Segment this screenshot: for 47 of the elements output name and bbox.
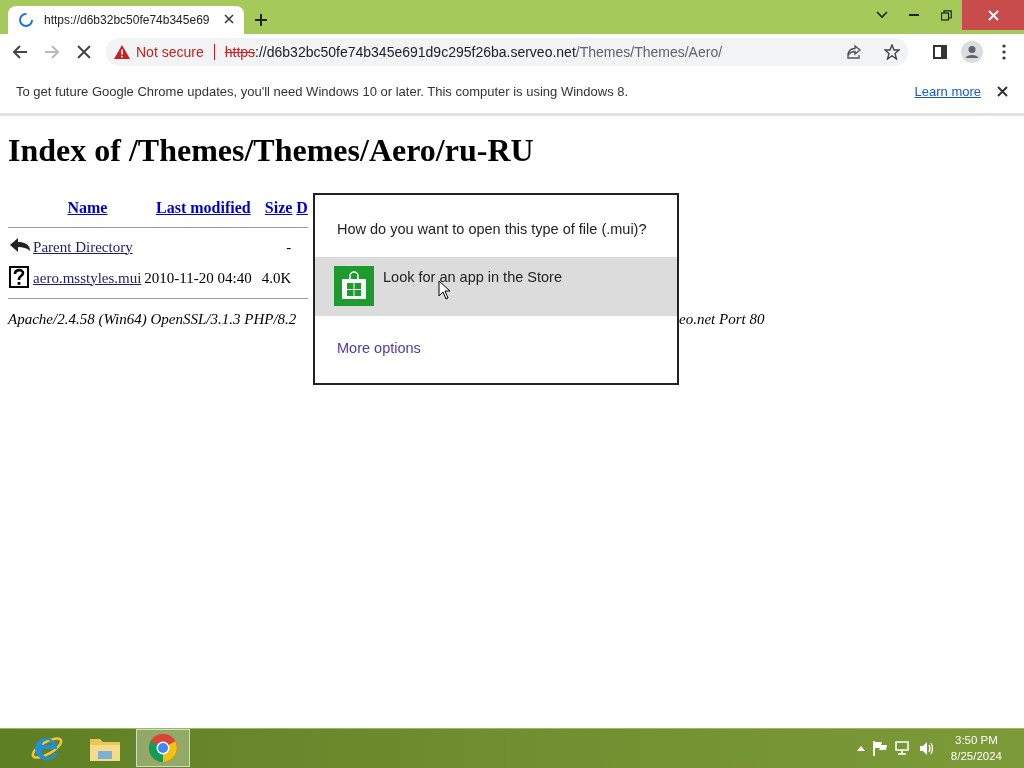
show-hidden-icons-icon[interactable] [856, 745, 865, 751]
update-message: To get future Google Chrome updates, you'll need Windows 10 or later. This computer is using Windows 8. [16, 84, 630, 99]
stop-icon [77, 45, 91, 59]
column-header-link[interactable]: Name [67, 199, 108, 216]
url-text: https://d6b32bc50fe74b345e691d9c295f26ba.serveo.net/Themes/Themes/Aero/ [224, 44, 724, 60]
file-link[interactable]: Parent Directory [33, 238, 133, 255]
more-vertical-icon [1002, 44, 1006, 60]
column-header-link[interactable]: Last modified [156, 199, 251, 216]
restore-icon [940, 9, 952, 21]
star-icon [884, 44, 900, 60]
forward-arrow-icon [44, 44, 60, 60]
mouse-cursor-icon [438, 280, 451, 300]
chrome-logo-icon [148, 733, 178, 763]
network-icon[interactable] [894, 740, 911, 756]
warning-icon [114, 45, 130, 59]
back-arrow-icon [12, 44, 28, 60]
side-panel-icon [933, 45, 947, 59]
close-icon[interactable] [997, 86, 1008, 97]
modified-date: 2010-11-20 04:40 [144, 269, 252, 286]
browser-tab[interactable]: https://d6b32bc50fe74b345e69 [8, 6, 244, 34]
avatar-icon [961, 41, 983, 63]
taskbar-app[interactable] [136, 729, 190, 767]
unknown-file-icon [9, 266, 29, 288]
file-size: - [286, 238, 292, 255]
server-signature: eo.net Port 80 [679, 311, 765, 328]
profile-button[interactable] [958, 38, 986, 66]
address-bar[interactable]: Not secure https://d6b32bc50fe74b345e691d9c295f26ba.serveo.net/Themes/Themes/Aero/ [106, 38, 908, 66]
server-signature: Apache/2.4.58 (Win64) OpenSSL/3.1.3 PHP/8.2 [8, 311, 297, 327]
dialog-question: How do you want to open this type of file (.mui)? [337, 221, 648, 237]
minimize-icon [909, 14, 919, 16]
speaker-icon[interactable] [918, 740, 935, 756]
flag-icon[interactable] [872, 740, 887, 756]
learn-more-link[interactable]: Learn more [914, 84, 981, 99]
plus-icon [254, 13, 268, 27]
store-option[interactable]: Look for an app in the Store [315, 257, 677, 316]
caret-down-icon [876, 11, 888, 19]
column-header-link[interactable]: Size [264, 199, 293, 216]
share-icon [846, 44, 862, 60]
security-label[interactable]: Not secure [136, 44, 204, 60]
file-link[interactable]: aero.msstyles.mui [33, 269, 142, 286]
column-header-link[interactable]: D [296, 199, 308, 216]
store-bag-icon [334, 266, 374, 306]
close-window-button[interactable] [962, 0, 1024, 30]
more-options-link[interactable]: More options [337, 340, 421, 356]
page-heading: Index of /Themes/Themes/Aero/ru-RU [8, 132, 534, 169]
close-icon [987, 9, 999, 21]
file-size: 4.0K [261, 269, 292, 286]
